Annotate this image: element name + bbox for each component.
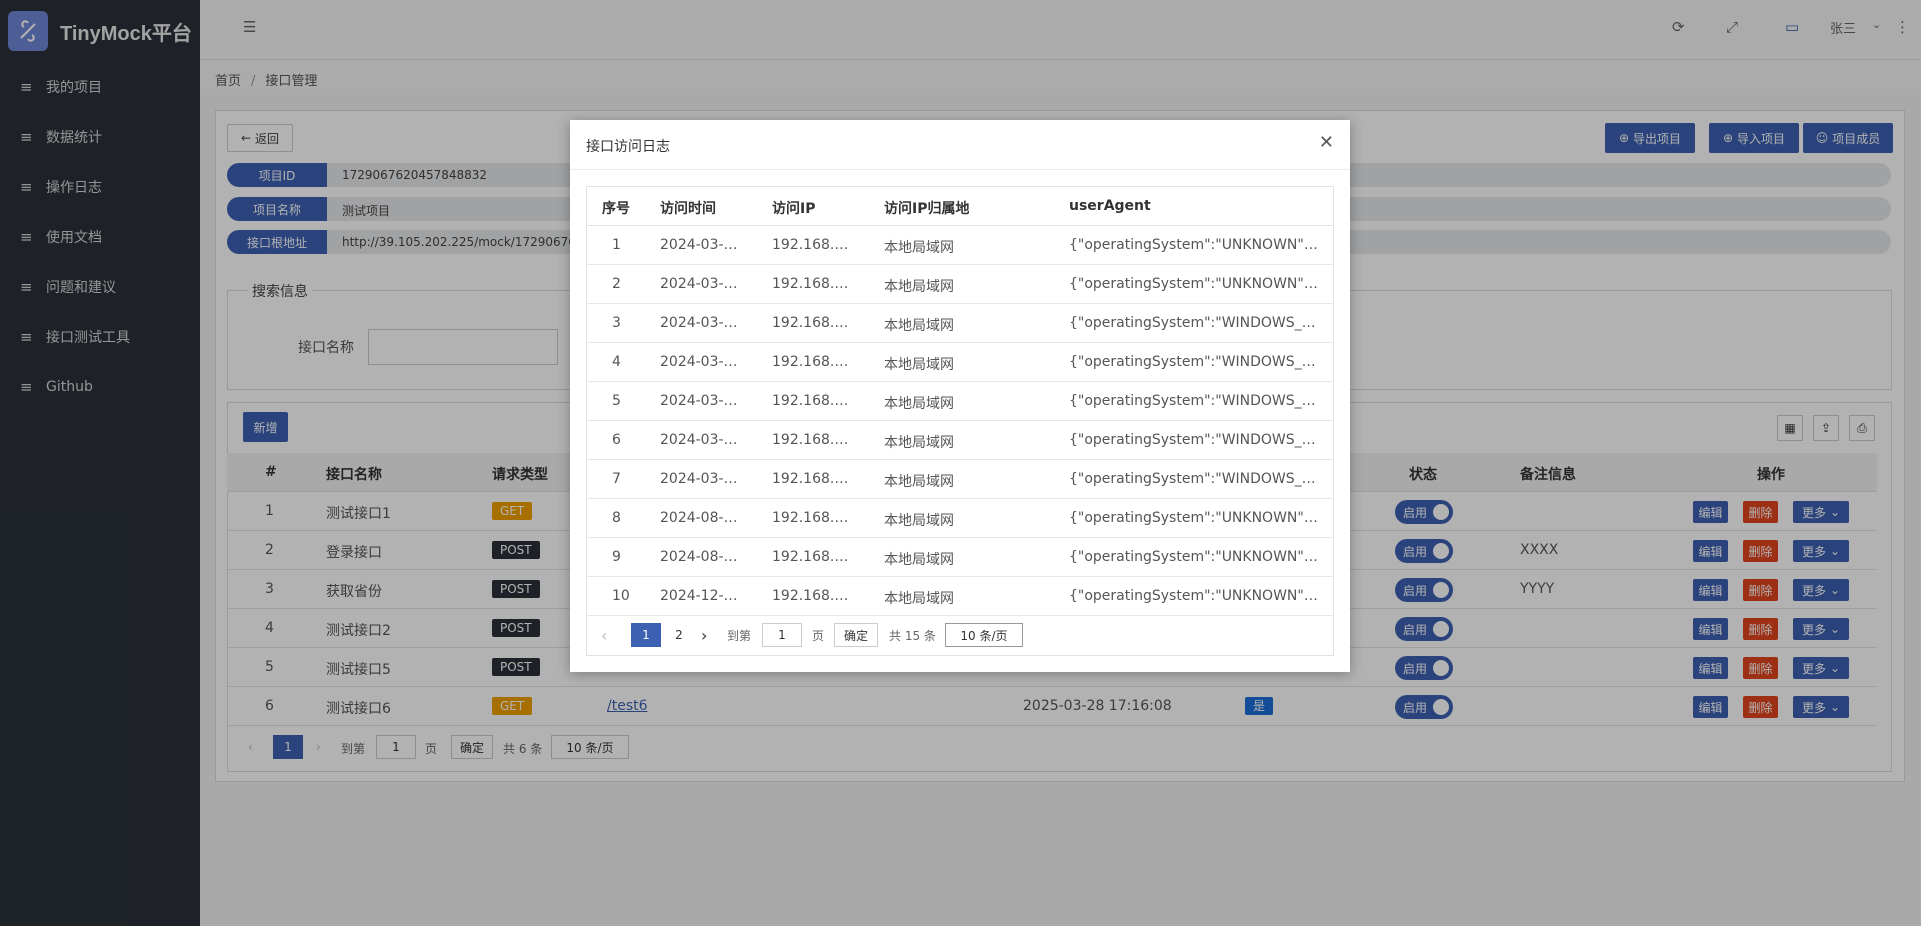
log-time: 2024-08-2… [660,510,740,526]
log-seq: 7 [612,471,621,487]
log-header-time: 访问时间 [660,201,716,217]
log-user-agent: {"operatingSystem":"UNKNOWN","br… [1069,549,1319,565]
log-row: 2 2024-03-0… 192.168.0.… 本地局域网 {"operatingSy… [587,265,1333,304]
log-ip: 192.168.0.… [772,432,857,448]
log-ip: 192.168.5.69 [772,510,857,526]
log-user-agent: {"operatingSystem":"UNKNOWN","br… [1069,510,1319,526]
log-time: 2024-03-0… [660,315,740,331]
log-goto-label: 到第 [727,628,752,643]
log-time: 2024-03-1… [660,432,740,448]
log-ip: 192.168.0.… [772,276,857,292]
log-seq: 2 [612,276,621,292]
log-ip: 192.168.0.… [772,315,857,331]
log-time: 2024-03-1… [660,471,740,487]
log-seq: 5 [612,393,621,409]
log-location: 本地局域网 [884,279,954,295]
access-log-table: 序号 访问时间 访问IP 访问IP归属地 userAgent 1 2024-03-… [586,186,1334,656]
log-seq: 6 [612,432,621,448]
log-user-agent: {"operatingSystem":"WINDOWS_7","… [1069,354,1319,370]
log-row: 5 2024-03-1… 192.168.0.… 本地局域网 {"operatingSy… [587,382,1333,421]
log-goto-confirm-button[interactable]: 确定 [834,623,878,647]
log-time: 2024-08-3… [660,549,740,565]
log-seq: 4 [612,354,621,370]
log-ip: 192.168.0.… [772,237,857,253]
log-row: 1 2024-03-0… 192.168.0.… 本地局域网 {"operatingSy… [587,226,1333,265]
log-row: 4 2024-03-0… 192.168.0.… 本地局域网 {"operatingSy… [587,343,1333,382]
log-ip: 192.168.0.… [772,393,857,409]
log-page-unit: 页 [812,628,825,643]
close-icon[interactable]: ✕ [1319,132,1334,153]
log-ip: 192.168.0.… [772,471,857,487]
log-goto-input[interactable]: 1 [762,623,802,647]
log-time: 2024-12-2… [660,588,740,604]
log-seq: 3 [612,315,621,331]
log-row: 10 2024-12-2… 192.168.5.… 本地局域网 {"operatingS… [587,577,1333,616]
log-ip: 192.168.5.… [772,588,857,604]
log-user-agent: {"operatingSystem":"WINDOWS_7","… [1069,315,1319,331]
log-location: 本地局域网 [884,240,954,256]
log-location: 本地局域网 [884,513,954,529]
log-time: 2024-03-1… [660,393,740,409]
log-user-agent: {"operatingSystem":"UNKNOWN","br… [1069,588,1319,604]
log-location: 本地局域网 [884,357,954,373]
log-seq: 10 [612,588,630,604]
log-header-seq: 序号 [602,201,630,217]
next-page-icon[interactable]: › [701,623,707,647]
log-user-agent: {"operatingSystem":"UNKNOWN","br… [1069,276,1319,292]
log-location: 本地局域网 [884,591,954,607]
log-row: 8 2024-08-2… 192.168.5.69 本地局域网 {"operatingS… [587,499,1333,538]
log-row: 7 2024-03-1… 192.168.0.… 本地局域网 {"operatingSy… [587,460,1333,499]
log-header-ip: 访问IP [772,201,816,217]
log-location: 本地局域网 [884,474,954,490]
log-location: 本地局域网 [884,552,954,568]
log-time: 2024-03-0… [660,354,740,370]
modal-title: 接口访问日志 [586,139,670,155]
log-location: 本地局域网 [884,396,954,412]
access-log-modal: 接口访问日志 ✕ 序号 访问时间 访问IP 访问IP归属地 userAgent … [570,120,1350,672]
log-location: 本地局域网 [884,318,954,334]
log-row: 6 2024-03-1… 192.168.0.… 本地局域网 {"operatingSy… [587,421,1333,460]
log-header-ua: userAgent [1069,198,1151,214]
prev-page-icon[interactable]: ‹ [601,623,607,647]
log-seq: 1 [612,237,621,253]
log-time: 2024-03-0… [660,237,740,253]
log-user-agent: {"operatingSystem":"WINDOWS_7","… [1069,471,1319,487]
log-header-location: 访问IP归属地 [884,201,970,217]
log-table-header: 序号 访问时间 访问IP 访问IP归属地 userAgent [587,187,1333,226]
log-pager: ‹ 1 2 › 到第 1 页 确定 共 15 条 10 条/页 [587,615,1333,655]
log-time: 2024-03-0… [660,276,740,292]
log-ip: 192.168.0.… [772,354,857,370]
log-user-agent: {"operatingSystem":"WINDOWS_7","… [1069,393,1319,409]
log-ip: 192.168.5.69 [772,549,857,565]
log-page-2[interactable]: 2 [669,623,689,647]
log-total-label: 共 15 条 [889,628,936,643]
log-user-agent: {"operatingSystem":"UNKNOWN","br… [1069,237,1319,253]
log-row: 3 2024-03-0… 192.168.0.… 本地局域网 {"operatingSy… [587,304,1333,343]
log-seq: 9 [612,549,621,565]
log-user-agent: {"operatingSystem":"WINDOWS_7","… [1069,432,1319,448]
log-page-1[interactable]: 1 [631,623,661,647]
log-location: 本地局域网 [884,435,954,451]
log-row: 9 2024-08-3… 192.168.5.69 本地局域网 {"operatingS… [587,538,1333,577]
log-page-size-select[interactable]: 10 条/页 [945,623,1023,647]
log-seq: 8 [612,510,621,526]
